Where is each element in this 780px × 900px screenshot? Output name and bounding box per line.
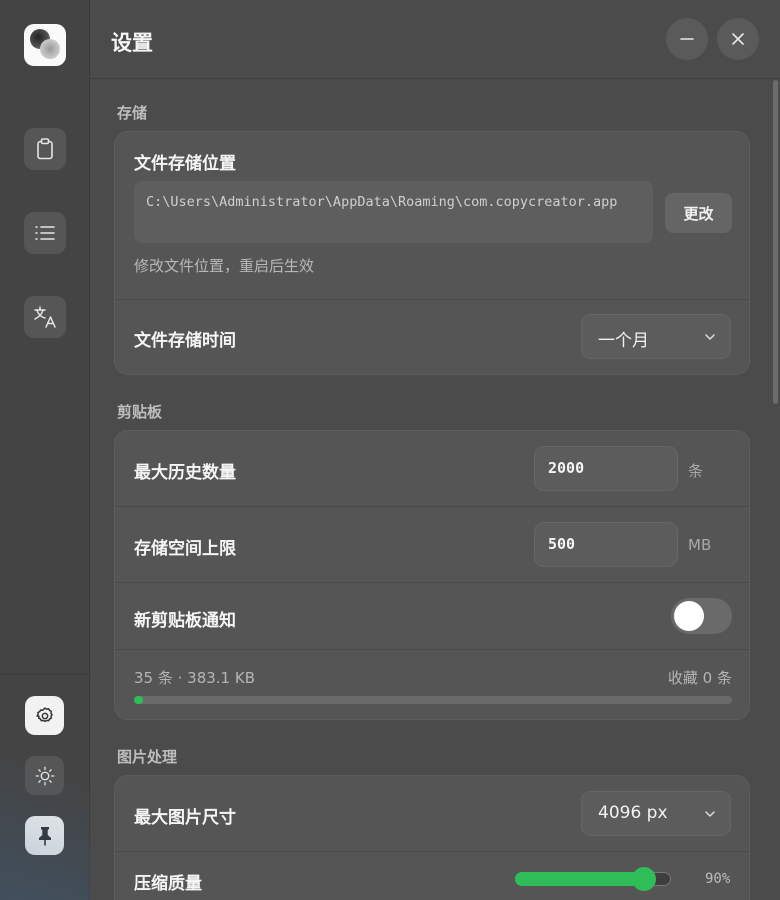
row-storage-retention: 文件存储时间 一个月 xyxy=(115,300,749,374)
max-image-size-label: 最大图片尺寸 xyxy=(134,808,236,828)
change-location-button[interactable]: 更改 xyxy=(665,193,732,233)
row-compression-quality: 压缩质量 90% xyxy=(115,852,749,900)
row-storage-limit: 存储空间上限 500 MB xyxy=(115,507,749,582)
storage-location-label: 文件存储位置 xyxy=(134,154,236,174)
card-storage: 文件存储位置 C:\Users\Administrator\AppData\Ro… xyxy=(114,131,750,375)
section-label-clipboard: 剪贴板 xyxy=(117,403,163,421)
storage-retention-select[interactable]: 一个月 xyxy=(581,314,731,359)
header: 设置 xyxy=(90,0,780,79)
storage-limit-input[interactable]: 500 xyxy=(534,522,678,567)
gear-icon xyxy=(35,706,53,722)
row-max-image-size: 最大图片尺寸 4096 px xyxy=(115,776,749,851)
minimize-icon xyxy=(680,38,694,40)
minimize-button[interactable] xyxy=(666,18,708,60)
clipboard-icon xyxy=(37,138,53,160)
slider-fill xyxy=(515,872,644,886)
card-image: 最大图片尺寸 4096 px 压缩质量 90% xyxy=(114,775,750,900)
storage-retention-value: 一个月 xyxy=(598,331,649,351)
section-label-image: 图片处理 xyxy=(117,748,178,766)
usage-stats-text: 35 条 · 383.1 KB xyxy=(134,669,255,687)
notify-label: 新剪贴板通知 xyxy=(134,611,236,631)
toggle-knob xyxy=(674,601,704,631)
scrollbar[interactable] xyxy=(773,80,778,404)
card-clipboard: 最大历史数量 2000 条 存储空间上限 500 MB 新剪贴板通知 35 条 … xyxy=(114,430,750,720)
storage-limit-unit: MB xyxy=(688,536,712,554)
chevron-down-icon xyxy=(705,811,715,817)
section-label-storage: 存储 xyxy=(117,104,148,122)
sidebar-item-list[interactable] xyxy=(24,212,66,254)
favorites-count: 收藏 0 条 xyxy=(667,669,732,687)
sidebar-item-translate[interactable] xyxy=(24,296,66,338)
storage-location-hint: 修改文件位置，重启后生效 xyxy=(134,257,315,275)
close-button[interactable] xyxy=(717,18,759,60)
list-icon xyxy=(35,226,55,240)
translate-icon xyxy=(34,306,56,328)
chevron-down-icon xyxy=(705,334,715,340)
max-image-size-select[interactable]: 4096 px xyxy=(581,791,731,836)
usage-progress-fill xyxy=(134,696,143,704)
sun-icon xyxy=(35,766,54,785)
sidebar-item-pin[interactable] xyxy=(25,816,64,855)
storage-path-field: C:\Users\Administrator\AppData\Roaming\c… xyxy=(134,181,653,243)
sidebar-item-clipboard[interactable] xyxy=(24,128,66,170)
row-storage-location: 文件存储位置 C:\Users\Administrator\AppData\Ro… xyxy=(115,132,749,299)
app-logo xyxy=(24,24,66,66)
sidebar-item-settings[interactable] xyxy=(25,696,64,735)
sidebar-divider xyxy=(0,674,90,675)
sidebar-item-theme[interactable] xyxy=(25,756,64,795)
max-history-unit: 条 xyxy=(688,462,704,480)
usage-progress-bar xyxy=(134,696,732,704)
pin-icon xyxy=(38,826,51,845)
page-title: 设置 xyxy=(111,31,153,55)
sidebar xyxy=(0,0,90,900)
storage-limit-label: 存储空间上限 xyxy=(134,539,236,559)
compression-quality-slider[interactable] xyxy=(515,867,671,891)
max-history-input[interactable]: 2000 xyxy=(534,446,678,491)
compression-quality-value: 90% xyxy=(705,871,731,887)
row-max-history: 最大历史数量 2000 条 xyxy=(115,431,749,506)
slider-thumb[interactable] xyxy=(632,867,656,891)
max-history-label: 最大历史数量 xyxy=(134,463,236,483)
row-notify: 新剪贴板通知 xyxy=(115,583,749,649)
storage-retention-label: 文件存储时间 xyxy=(134,331,236,351)
settings-content: 存储 文件存储位置 C:\Users\Administrator\AppData… xyxy=(90,80,780,900)
close-icon xyxy=(732,33,744,45)
notify-toggle[interactable] xyxy=(671,598,732,634)
compression-quality-label: 压缩质量 xyxy=(134,874,202,894)
max-image-size-value: 4096 px xyxy=(598,803,668,823)
row-usage-stats: 35 条 · 383.1 KB 收藏 0 条 xyxy=(115,650,749,719)
